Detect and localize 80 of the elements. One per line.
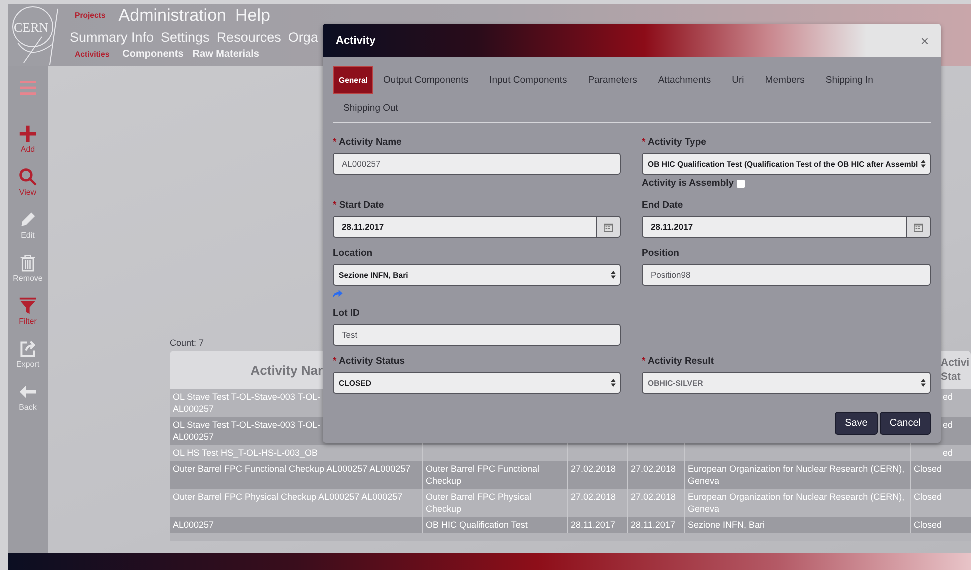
tab[interactable]: Input Components (479, 66, 578, 94)
table-cell: Outer Barrel FPC Physical Checkup AL000257 AL000257 (173, 492, 403, 502)
table-cell: 27.02.2018 (631, 464, 676, 474)
table-cell: European Organization for Nuclear Research (CERN), Geneva (688, 464, 905, 486)
table-cell-text: OL HS Test HS_T-OL-HS-L-003_OB (173, 447, 320, 459)
plus-icon (19, 125, 37, 143)
close-button[interactable]: × (920, 32, 929, 48)
tab[interactable]: Members (754, 66, 816, 94)
table-cell: ed (943, 420, 954, 430)
checkbox[interactable] (737, 180, 746, 188)
arrow-left-icon (19, 383, 37, 401)
search-icon (19, 168, 37, 186)
dialog-title: Activity (336, 34, 376, 46)
date-field[interactable]: 28.11.2017 (333, 216, 597, 238)
select-arrows-icon (921, 379, 926, 387)
pencil-icon (19, 211, 37, 229)
nav-link[interactable]: Summary Info (70, 29, 154, 46)
tab[interactable]: Parameters (578, 66, 648, 94)
tab[interactable]: Attachments (648, 66, 722, 94)
export-icon (19, 340, 37, 358)
table-cell: 27.02.2018 (631, 492, 676, 502)
select-arrows-icon (611, 379, 616, 387)
field-label: Position (642, 248, 680, 260)
tab[interactable]: Shipping Out (333, 94, 409, 122)
table-cell-text: OL Stave Test T-OL-Stave-003 T-OL- AL000257 (173, 419, 322, 443)
calendar-icon (604, 222, 613, 232)
funnel-icon (19, 297, 37, 315)
field-label: * Activity Status (333, 356, 405, 368)
nav-link[interactable]: Help (236, 6, 270, 26)
tab[interactable]: Uri (722, 66, 755, 94)
table-cell: Outer Barrel FPC Functional Checkup (426, 464, 540, 486)
field-label: * Start Date (333, 200, 384, 212)
nav-link[interactable]: Orga (288, 29, 318, 46)
field-label: Location (333, 248, 373, 260)
nav-link[interactable]: Resources (216, 29, 282, 46)
field-label: * Activity Result (642, 356, 714, 368)
calendar-button[interactable] (597, 216, 621, 238)
table-cell: Outer Barrel FPC Functional Checkup AL000257 AL000257 (173, 464, 411, 474)
date-field[interactable]: 28.11.2017 (642, 216, 907, 238)
tab[interactable]: Output Components (373, 66, 480, 94)
curved-arrow-icon[interactable] (333, 290, 343, 298)
field-label: * Activity Name (333, 137, 402, 149)
record-count: Count: 7 (170, 338, 206, 348)
dialog-button[interactable]: Save (835, 412, 878, 435)
dialog-button[interactable]: Cancel (880, 412, 931, 435)
table-cell: Closed (914, 464, 942, 474)
field-label: Lot ID (333, 308, 360, 320)
table-cell: ed (943, 448, 954, 458)
sidebar-item[interactable]: View (19, 168, 37, 211)
text-field[interactable]: Test (333, 324, 621, 346)
table-cell: ed (943, 392, 954, 402)
table-cell: Closed (914, 520, 942, 530)
select-arrows-icon (921, 160, 926, 168)
table-cell: Outer Barrel FPC Physical Checkup (426, 492, 532, 514)
calendar-button[interactable] (907, 216, 931, 238)
table-cell: Closed (914, 492, 942, 502)
field-label: * Activity Type (642, 137, 706, 149)
table-cell: 28.11.2017 (571, 520, 616, 530)
table-cell: European Organization for Nuclear Research (CERN), Geneva (688, 492, 905, 514)
table-cell: AL000257 (173, 520, 214, 530)
table-cell-text: OL Stave Test T-OL-Stave-003 T-OL- AL000257 (173, 391, 322, 415)
nav-link[interactable]: Settings (161, 29, 210, 46)
calendar-icon (914, 222, 923, 232)
nav-link[interactable]: Raw Materials (192, 48, 260, 61)
select-arrows-icon (611, 271, 616, 279)
table-cell: OB HIC Qualification Test (426, 520, 528, 530)
table-cell: 27.02.2018 (571, 492, 616, 502)
table-cell: Sezione INFN, Bari (688, 520, 766, 530)
sidebar-item[interactable]: Filter (19, 297, 37, 340)
table-cell: 28.11.2017 (631, 520, 676, 530)
tab[interactable]: Shipping In (815, 66, 884, 94)
table-cell: 27.02.2018 (571, 464, 616, 474)
trash-icon (18, 254, 37, 272)
sidebar-item[interactable]: Add (19, 125, 37, 168)
text-field[interactable]: Position98 (642, 264, 931, 286)
text-field[interactable]: AL000257 (333, 153, 621, 175)
nav-link[interactable]: Components (122, 48, 184, 61)
checkbox-label: Activity is Assembly (642, 178, 734, 190)
field-label: End Date (642, 200, 684, 212)
nav-link[interactable]: Administration (118, 6, 226, 26)
